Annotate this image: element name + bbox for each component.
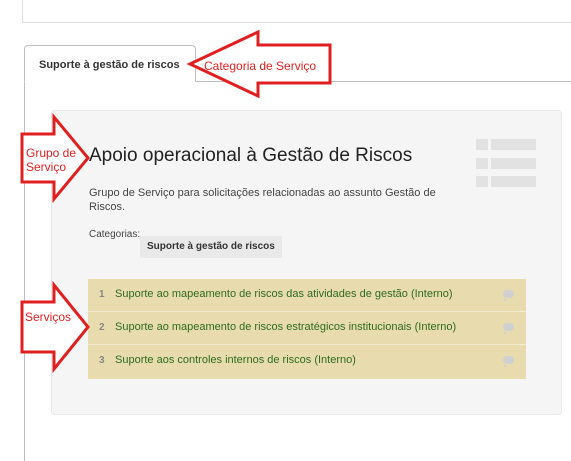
arrow-right-icon [20, 280, 90, 374]
annotation-grupo-line2: Serviço [26, 160, 67, 174]
annotation-categoria: Categoria de Serviço [204, 59, 317, 73]
annotation-servicos: Serviços [25, 310, 72, 324]
annotation-grupo-line1: Grupo de [26, 146, 77, 160]
